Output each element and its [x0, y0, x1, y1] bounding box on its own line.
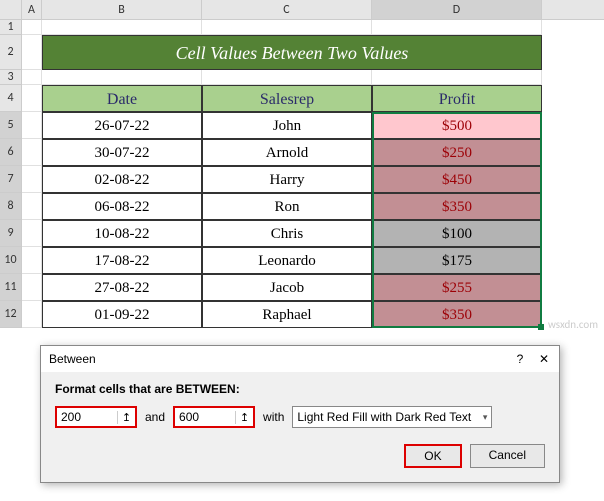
- cell[interactable]: [42, 20, 202, 35]
- header-profit[interactable]: Profit: [372, 85, 542, 112]
- rep-cell[interactable]: Harry: [202, 166, 372, 193]
- cell[interactable]: [22, 85, 42, 112]
- dialog-subtitle: Format cells that are BETWEEN:: [55, 382, 545, 396]
- row-header-10[interactable]: 10: [0, 247, 22, 274]
- cell[interactable]: [22, 247, 42, 274]
- rep-cell[interactable]: Jacob: [202, 274, 372, 301]
- value2-input[interactable]: [175, 408, 235, 426]
- profit-cell[interactable]: $250: [372, 139, 542, 166]
- format-combo-value: Light Red Fill with Dark Red Text: [297, 410, 471, 424]
- cancel-button[interactable]: Cancel: [470, 444, 545, 468]
- format-combo[interactable]: Light Red Fill with Dark Red Text ▾: [292, 406, 492, 428]
- cell[interactable]: [22, 220, 42, 247]
- cell[interactable]: [22, 20, 42, 35]
- value1-input-wrap: ↥: [55, 406, 137, 428]
- cell[interactable]: [22, 112, 42, 139]
- rep-cell[interactable]: John: [202, 112, 372, 139]
- watermark: wsxdn.com: [548, 318, 598, 331]
- cell[interactable]: [22, 35, 42, 70]
- row-header-4[interactable]: 4: [0, 85, 22, 112]
- profit-cell[interactable]: $450: [372, 166, 542, 193]
- chevron-down-icon: ▾: [483, 412, 488, 423]
- date-cell[interactable]: 27-08-22: [42, 274, 202, 301]
- date-cell[interactable]: 06-08-22: [42, 193, 202, 220]
- cell[interactable]: [22, 166, 42, 193]
- cell[interactable]: [22, 301, 42, 328]
- title-cell[interactable]: Cell Values Between Two Values: [42, 35, 542, 70]
- and-label: and: [145, 410, 165, 424]
- profit-cell[interactable]: $100: [372, 220, 542, 247]
- row-header-7[interactable]: 7: [0, 166, 22, 193]
- row-header-2[interactable]: 2: [0, 35, 22, 70]
- header-date[interactable]: Date: [42, 85, 202, 112]
- dialog-title: Between: [49, 352, 96, 366]
- date-cell[interactable]: 26-07-22: [42, 112, 202, 139]
- row-header-11[interactable]: 11: [0, 274, 22, 301]
- row-header-12[interactable]: 12: [0, 301, 22, 328]
- cell-grid: Cell Values Between Two Values Date Sale…: [22, 20, 542, 328]
- cell[interactable]: [22, 139, 42, 166]
- help-button[interactable]: ?: [513, 352, 527, 366]
- range-picker-icon[interactable]: ↥: [117, 411, 135, 424]
- column-headers: A B C D: [0, 0, 604, 20]
- with-label: with: [263, 410, 284, 424]
- profit-cell[interactable]: $350: [372, 301, 542, 328]
- close-button[interactable]: ✕: [537, 352, 551, 366]
- dialog-titlebar[interactable]: Between ? ✕: [41, 346, 559, 372]
- cell[interactable]: [42, 70, 202, 85]
- date-cell[interactable]: 10-08-22: [42, 220, 202, 247]
- col-header-d[interactable]: D: [372, 0, 542, 19]
- row-header-1[interactable]: 1: [0, 20, 22, 35]
- cell[interactable]: [202, 70, 372, 85]
- row-header-5[interactable]: 5: [0, 112, 22, 139]
- row-headers: 1 2 3 4 5 6 7 8 9 10 11 12: [0, 20, 22, 328]
- select-all-corner[interactable]: [0, 0, 22, 20]
- header-salesrep[interactable]: Salesrep: [202, 85, 372, 112]
- rep-cell[interactable]: Leonardo: [202, 247, 372, 274]
- col-header-a[interactable]: A: [22, 0, 42, 19]
- profit-cell[interactable]: $350: [372, 193, 542, 220]
- date-cell[interactable]: 01-09-22: [42, 301, 202, 328]
- row-header-9[interactable]: 9: [0, 220, 22, 247]
- cell[interactable]: [372, 20, 542, 35]
- profit-cell[interactable]: $175: [372, 247, 542, 274]
- date-cell[interactable]: 17-08-22: [42, 247, 202, 274]
- rep-cell[interactable]: Raphael: [202, 301, 372, 328]
- rep-cell[interactable]: Ron: [202, 193, 372, 220]
- rep-cell[interactable]: Chris: [202, 220, 372, 247]
- col-header-b[interactable]: B: [42, 0, 202, 19]
- between-dialog: Between ? ✕ Format cells that are BETWEE…: [40, 345, 560, 483]
- date-cell[interactable]: 30-07-22: [42, 139, 202, 166]
- row-header-6[interactable]: 6: [0, 139, 22, 166]
- cell[interactable]: [372, 70, 542, 85]
- value2-input-wrap: ↥: [173, 406, 255, 428]
- profit-cell[interactable]: $500: [372, 112, 542, 139]
- cell[interactable]: [22, 274, 42, 301]
- value1-input[interactable]: [57, 408, 117, 426]
- col-header-c[interactable]: C: [202, 0, 372, 19]
- row-header-3[interactable]: 3: [0, 70, 22, 85]
- ok-button[interactable]: OK: [404, 444, 461, 468]
- cell[interactable]: [22, 70, 42, 85]
- date-cell[interactable]: 02-08-22: [42, 166, 202, 193]
- cell[interactable]: [22, 193, 42, 220]
- range-picker-icon[interactable]: ↥: [235, 411, 253, 424]
- row-header-8[interactable]: 8: [0, 193, 22, 220]
- cell[interactable]: [202, 20, 372, 35]
- profit-cell[interactable]: $255: [372, 274, 542, 301]
- rep-cell[interactable]: Arnold: [202, 139, 372, 166]
